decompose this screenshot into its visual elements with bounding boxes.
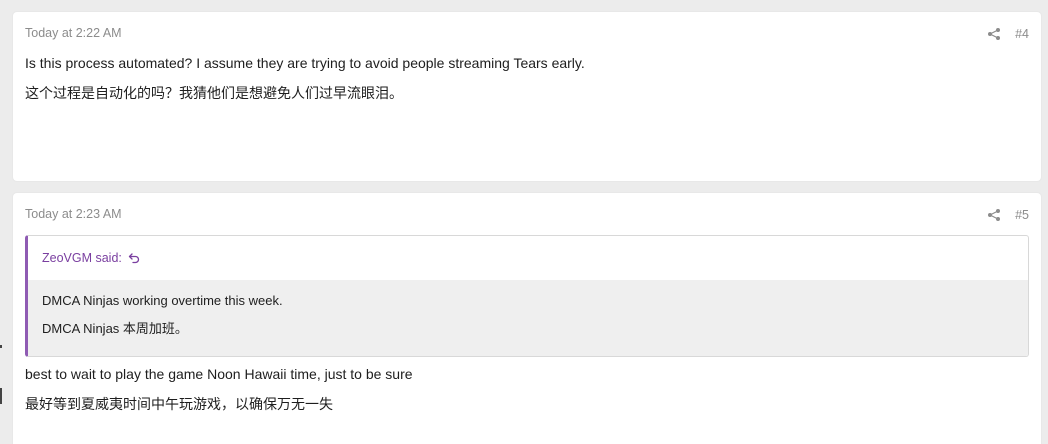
post-actions: #5 [987,208,1029,222]
quote-body: DMCA Ninjas working overtime this week. … [28,280,1028,356]
quote-author-link[interactable]: ZeoVGM said: [42,251,140,265]
post-timestamp[interactable]: Today at 2:22 AM [25,26,122,40]
quote-text-line: DMCA Ninjas working overtime this week. [42,293,283,308]
post-text-line: 最好等到夏威夷时间中午玩游戏，以确保万无一失 [25,396,333,412]
left-edge-marker [0,388,2,404]
post-text-line: best to wait to play the game Noon Hawai… [25,366,413,382]
thread-page: Today at 2:22 AM #4 Is this process auto… [0,0,1048,444]
post-4: Today at 2:22 AM #4 Is this process auto… [13,12,1041,181]
post-text-line: 这个过程是自动化的吗？我猜他们是想避免人们过早流眼泪。 [25,85,403,101]
post-actions: #4 [987,27,1029,41]
post-number-link[interactable]: #5 [1015,208,1029,222]
share-icon[interactable] [987,27,1001,41]
post-timestamp[interactable]: Today at 2:23 AM [25,207,122,221]
post-number-link[interactable]: #4 [1015,27,1029,41]
jump-to-quote-icon[interactable] [128,252,140,264]
quote-author-label: ZeoVGM said: [42,251,122,265]
post-5: Today at 2:23 AM #5 ZeoVGM said: DMCA Ni… [13,193,1041,444]
left-edge-marker [0,345,2,348]
post-text-line: Is this process automated? I assume they… [25,55,585,71]
quote-text-line: DMCA Ninjas 本周加班。 [42,321,188,336]
share-icon[interactable] [987,208,1001,222]
quote-block: ZeoVGM said: DMCA Ninjas working overtim… [25,235,1029,357]
